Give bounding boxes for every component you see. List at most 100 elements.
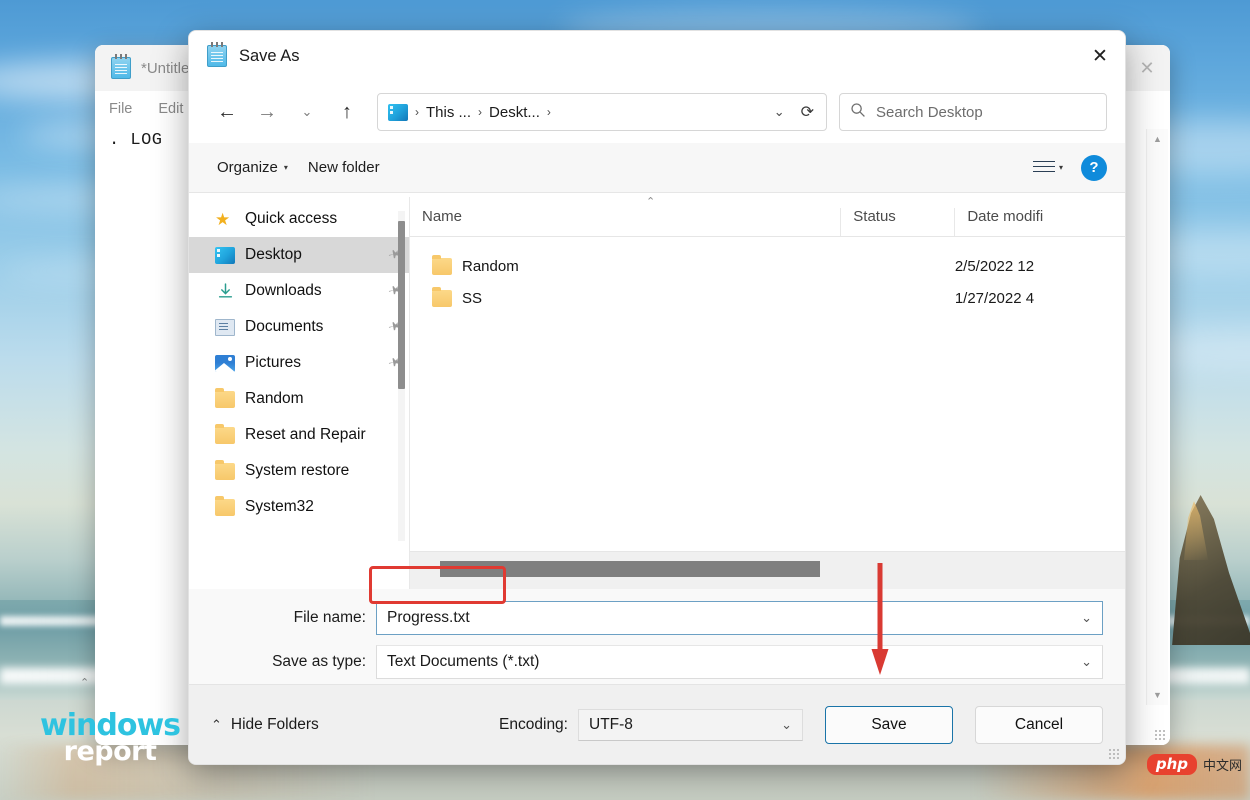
recent-locations-button[interactable]: ⌄ <box>287 92 327 132</box>
folder-icon <box>432 258 452 275</box>
filename-input[interactable]: Progress.txt <box>387 609 470 627</box>
desktop-background: ⌃ ⌃ ⌃ *Untitle ✕ File Edit . LOG ▲ ▼ <box>0 0 1250 800</box>
view-options-icon[interactable] <box>1033 160 1055 176</box>
sidebar-item-label: System restore <box>245 462 349 480</box>
toolbar-right-group: ▾ ? <box>1033 155 1107 181</box>
sidebar-item-label: Reset and Repair <box>245 426 366 444</box>
search-input[interactable]: Search Desktop <box>876 104 983 121</box>
notepad-title: *Untitle <box>141 60 189 77</box>
sidebar-item-label: Documents <box>245 318 323 336</box>
navigation-sidebar[interactable]: ★ Quick access Desktop Downloads <box>189 193 409 589</box>
file-list-horizontal-scrollbar[interactable] <box>410 551 1125 589</box>
file-name-cell: SS <box>410 290 841 307</box>
folder-icon <box>215 427 235 444</box>
notepad-close-button[interactable]: ✕ <box>1124 45 1170 91</box>
column-header-name[interactable]: Name <box>410 208 840 236</box>
sidebar-item-label: Downloads <box>245 282 322 300</box>
organize-label: Organize <box>217 159 278 176</box>
encoding-select[interactable]: UTF-8 ⌄ <box>578 709 803 741</box>
cancel-button[interactable]: Cancel <box>975 706 1103 744</box>
resize-grip[interactable] <box>1108 748 1119 759</box>
hide-folders-button[interactable]: ⌃ Hide Folders <box>211 716 319 734</box>
breadcrumb-separator: › <box>478 105 482 119</box>
chevron-down-icon: ▾ <box>284 163 288 172</box>
chevron-up-icon: ⌃ <box>211 717 222 733</box>
new-folder-button[interactable]: New folder <box>298 153 390 182</box>
forward-button[interactable]: → <box>247 92 287 132</box>
resize-grip[interactable] <box>1154 729 1166 741</box>
chevron-down-icon[interactable]: ▾ <box>1059 163 1063 172</box>
breadcrumb-this-pc[interactable]: This ... <box>426 104 471 121</box>
sidebar-item-label: Quick access <box>245 210 337 228</box>
close-icon[interactable]: ✕ <box>1075 31 1125 81</box>
address-bar[interactable]: › This ... › Deskt... › ⌄ ⟳ <box>377 93 827 131</box>
file-list[interactable]: Name Status Date modifi ⌃ Random 2/5/202… <box>410 193 1125 589</box>
windows-report-watermark: windows report <box>40 712 180 764</box>
sidebar-item-label: Desktop <box>245 246 302 264</box>
notepad-icon <box>111 57 131 79</box>
filetype-select[interactable]: Text Documents (*.txt) ⌄ <box>376 645 1103 679</box>
sidebar-item-system32[interactable]: System32 <box>189 489 409 525</box>
notepad-vertical-scrollbar[interactable]: ▲ ▼ <box>1146 129 1168 705</box>
sidebar-item-documents[interactable]: Documents <box>189 309 409 345</box>
bird-icon: ⌃ <box>80 676 89 689</box>
filetype-row: Save as type: Text Documents (*.txt) ⌄ <box>211 643 1103 681</box>
refresh-icon[interactable]: ⟳ <box>795 102 820 122</box>
chevron-down-icon[interactable]: ⌄ <box>764 104 795 120</box>
menu-edit[interactable]: Edit <box>158 101 183 117</box>
breadcrumb-separator: › <box>547 105 551 119</box>
sidebar-item-desktop[interactable]: Desktop <box>189 237 409 273</box>
table-row[interactable]: SS 1/27/2022 4 <box>410 282 1125 314</box>
folder-icon <box>432 290 452 307</box>
sidebar-item-label: Random <box>245 390 304 408</box>
chevron-down-icon[interactable]: ⌄ <box>781 717 792 733</box>
file-name-cell: Random <box>410 258 841 275</box>
column-header-status[interactable]: Status <box>840 208 954 236</box>
sidebar-scrollbar-thumb[interactable] <box>398 221 405 389</box>
sidebar-scrollbar[interactable] <box>398 211 405 541</box>
php-badge: php <box>1147 754 1197 775</box>
php-watermark: php 中文网 <box>1147 754 1242 775</box>
chevron-down-icon[interactable]: ⌄ <box>1081 654 1092 670</box>
file-date-cell: 2/5/2022 12 <box>955 258 1125 275</box>
watermark-line-2: report <box>40 740 180 765</box>
filename-label: File name: <box>211 609 376 627</box>
breadcrumb-desktop[interactable]: Deskt... <box>489 104 540 121</box>
star-icon: ★ <box>215 211 235 228</box>
chevron-down-icon[interactable]: ⌄ <box>1081 610 1092 626</box>
sidebar-item-quick-access[interactable]: ★ Quick access <box>189 201 409 237</box>
menu-file[interactable]: File <box>109 101 132 117</box>
sidebar-item-system-restore[interactable]: System restore <box>189 453 409 489</box>
dialog-title: Save As <box>239 47 300 66</box>
save-as-dialog[interactable]: Save As ✕ ← → ⌄ ↑ › This ... › Deskt... … <box>188 30 1126 765</box>
new-folder-label: New folder <box>308 159 380 176</box>
sidebar-item-random[interactable]: Random <box>189 381 409 417</box>
dialog-titlebar[interactable]: Save As ✕ <box>189 31 1125 81</box>
desktop-icon <box>215 247 235 264</box>
column-header-date-modified[interactable]: Date modifi <box>954 208 1125 236</box>
back-button[interactable]: ← <box>207 92 247 132</box>
up-button[interactable]: ↑ <box>327 92 367 132</box>
file-name-label: SS <box>462 290 482 307</box>
scroll-down-icon[interactable]: ▼ <box>1147 685 1168 705</box>
save-button[interactable]: Save <box>825 706 953 744</box>
file-list-header: Name Status Date modifi ⌃ <box>410 193 1125 237</box>
dialog-toolbar: Organize ▾ New folder ▾ ? <box>189 143 1125 193</box>
scroll-up-icon[interactable]: ▲ <box>1147 129 1168 149</box>
help-icon[interactable]: ? <box>1081 155 1107 181</box>
search-box[interactable]: Search Desktop <box>839 93 1107 131</box>
horizontal-scrollbar-thumb[interactable] <box>440 561 820 577</box>
sidebar-item-pictures[interactable]: Pictures <box>189 345 409 381</box>
sidebar-item-downloads[interactable]: Downloads <box>189 273 409 309</box>
organize-button[interactable]: Organize ▾ <box>207 153 298 182</box>
filename-row: File name: Progress.txt ⌄ <box>211 599 1103 637</box>
sidebar-item-reset-and-repair[interactable]: Reset and Repair <box>189 417 409 453</box>
filename-field[interactable]: Progress.txt ⌄ <box>376 601 1103 635</box>
folder-icon <box>215 391 235 408</box>
filetype-value: Text Documents (*.txt) <box>387 653 539 671</box>
folder-icon <box>215 499 235 516</box>
hide-folders-label: Hide Folders <box>231 716 319 734</box>
table-row[interactable]: Random 2/5/2022 12 <box>410 250 1125 282</box>
filetype-label: Save as type: <box>211 653 376 671</box>
file-name-label: Random <box>462 258 519 275</box>
